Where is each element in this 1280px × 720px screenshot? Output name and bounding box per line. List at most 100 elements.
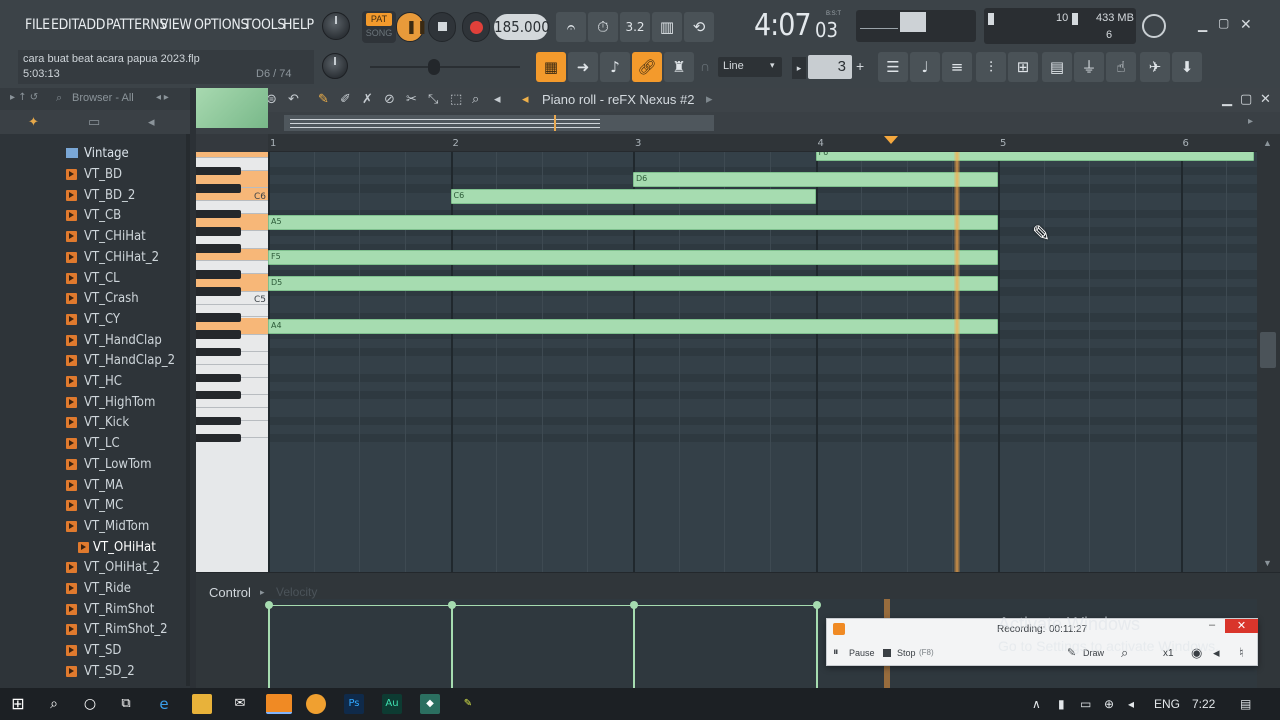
piano-black-key[interactable] <box>196 244 241 253</box>
select-tool-icon[interactable]: ⬚ <box>450 92 462 107</box>
overview-next-icon[interactable]: ▸ <box>1248 116 1253 127</box>
playlist-icon[interactable]: ☰ <box>878 52 908 82</box>
menu-view[interactable]: VIEW <box>160 17 192 33</box>
touch-controller-icon[interactable]: ☝ <box>1106 52 1136 82</box>
tray-mic-icon[interactable]: ▮ <box>1058 697 1065 711</box>
step-value-field[interactable]: 3 <box>808 55 852 79</box>
menu-patterns[interactable]: PATTERNS <box>106 17 167 33</box>
piano-black-key[interactable] <box>196 270 241 279</box>
browser-item[interactable]: VT_CB <box>0 206 190 226</box>
browser-item[interactable]: VT_CHiHat <box>0 227 190 247</box>
piano-note[interactable]: D6 <box>633 172 998 188</box>
blend-notes-icon[interactable]: ▥ <box>652 12 682 42</box>
step-add-icon[interactable]: + <box>856 58 870 78</box>
browser-item[interactable]: VT_SD_2 <box>0 662 190 682</box>
notification-icon[interactable]: ▤ <box>1240 697 1251 711</box>
recorder-minimize-icon[interactable]: – <box>1209 619 1215 631</box>
mixer-icon[interactable]: ⫶ <box>976 52 1006 82</box>
browser-item[interactable]: VT_LowTom <box>0 455 190 475</box>
pr-minimize-icon[interactable]: ▁ <box>1222 92 1232 107</box>
browser-item[interactable]: VT_BD_2 <box>0 186 190 206</box>
recorder-stop-button[interactable]: Stop (F8) <box>883 645 953 663</box>
paint-icon[interactable]: ♪ <box>600 52 630 82</box>
browser-item[interactable]: VT_MA <box>0 476 190 496</box>
pencil-icon[interactable]: ✎ <box>318 92 329 107</box>
browser-item[interactable]: VT_HC <box>0 372 190 392</box>
browser-item[interactable]: VT_HandClap <box>0 331 190 351</box>
scroll-up-icon[interactable]: ▲ <box>1263 138 1272 148</box>
snap-mode-select[interactable]: Line ▾ <box>718 57 782 77</box>
velocity-stem[interactable] <box>812 601 821 689</box>
task-view-icon[interactable]: ⧉ <box>116 694 136 714</box>
browser-item[interactable]: VT_HandClap_2 <box>0 351 190 371</box>
countdown-icon[interactable]: 3.2 <box>620 12 650 42</box>
master-volume-slider-track[interactable] <box>370 66 520 68</box>
step-prev-icon[interactable]: ▸ <box>792 57 806 79</box>
master-volume-knob[interactable] <box>322 12 350 40</box>
browser-nav-icons[interactable]: ▸ ↑ ↺ <box>10 92 38 103</box>
browser-item[interactable]: VT_RimShot_2 <box>0 620 190 640</box>
browser-item[interactable]: VT_CY <box>0 310 190 330</box>
piano-black-key[interactable] <box>196 390 241 400</box>
control-arrow-icon[interactable]: ▸ <box>260 587 265 598</box>
browser-item[interactable]: VT_RimShot <box>0 600 190 620</box>
tray-chevron-icon[interactable]: ∧ <box>1032 697 1041 711</box>
pr-close-icon[interactable]: ✕ <box>1260 92 1271 107</box>
channel-rack-icon[interactable]: ≡ <box>942 52 972 82</box>
browser-item[interactable]: VT_Kick <box>0 413 190 433</box>
browser-item[interactable]: VT_CL <box>0 269 190 289</box>
zoom-tool-icon[interactable]: ⌕ <box>472 92 479 107</box>
fl-studio-icon[interactable] <box>306 694 326 714</box>
power-icon[interactable] <box>1142 14 1166 38</box>
piano-roll-icon[interactable]: ♩ <box>910 52 940 82</box>
piano-roll-snap-icon[interactable]: ▦ <box>536 52 566 82</box>
next-arrow-icon[interactable]: ➜ <box>568 52 598 82</box>
song-time-display[interactable]: 4:07 03 B:S:T <box>718 6 852 46</box>
photoshop-icon[interactable]: Ps <box>344 694 364 714</box>
windows-start-icon[interactable]: ⊞ <box>8 694 28 714</box>
link-icon[interactable]: 🔗︎ <box>632 52 662 82</box>
maximize-icon[interactable]: ▢ <box>1218 16 1232 32</box>
plug-icon[interactable]: ⏚ <box>1074 52 1104 82</box>
overview-bar[interactable]: ▸ <box>196 112 1280 134</box>
stop-button[interactable] <box>428 12 456 42</box>
piano-black-key[interactable] <box>196 226 241 236</box>
browser-doc-icon[interactable]: ▭ <box>88 114 100 130</box>
network-icon[interactable]: ⊕ <box>1104 697 1114 711</box>
battery-icon[interactable]: ▭ <box>1080 697 1091 711</box>
piano-note[interactable]: C6 <box>450 189 816 205</box>
playback-tool-icon[interactable]: ◂ <box>494 92 501 107</box>
mute-tool-icon[interactable]: ⊘ <box>384 92 395 107</box>
wait-input-icon[interactable]: ⏱ <box>588 12 618 42</box>
piano-black-key[interactable] <box>196 373 241 383</box>
piano-black-key[interactable] <box>196 347 241 357</box>
recorder-app-icon[interactable] <box>266 694 292 714</box>
menu-tools[interactable]: TOOLS <box>244 17 285 33</box>
piano-note[interactable]: D5 <box>268 275 998 291</box>
browser-item[interactable]: VT_Ride <box>0 579 190 599</box>
menu-options[interactable]: OPTIONS <box>194 17 248 33</box>
clock[interactable]: 7:22 <box>1192 697 1215 711</box>
taskbar-search-icon[interactable]: ⌕ <box>44 694 64 714</box>
browser-speaker-icon[interactable]: ◂ <box>148 114 155 130</box>
menu-help[interactable]: HELP <box>283 17 314 33</box>
browser-item[interactable]: VT_LC <box>0 434 190 454</box>
brush-icon[interactable]: ✐ <box>340 92 351 107</box>
language-indicator[interactable]: ENG <box>1154 697 1180 711</box>
browser-item[interactable]: VT_BD <box>0 165 190 185</box>
record-button[interactable] <box>462 12 490 42</box>
browser-title[interactable]: Browser - All <box>72 92 134 104</box>
playhead-marker-icon[interactable] <box>884 136 898 144</box>
control-parameter[interactable]: Velocity <box>276 585 317 599</box>
search-icon[interactable]: ⌕ <box>56 92 62 105</box>
export-icon[interactable]: ✈ <box>1140 52 1170 82</box>
loop-record-icon[interactable]: ⟲ <box>684 12 714 42</box>
piano-black-key[interactable] <box>196 183 241 193</box>
stamp-icon[interactable]: ♜ <box>664 52 694 82</box>
magnet-icon[interactable]: ∩ <box>700 58 714 76</box>
speaker-icon[interactable]: ◂ <box>522 92 529 107</box>
piano-note[interactable]: A4 <box>268 318 998 334</box>
velocity-stem[interactable] <box>630 601 638 689</box>
title-arrow-icon[interactable]: ▸ <box>706 92 713 107</box>
browser-item[interactable]: VT_HighTom <box>0 393 190 413</box>
